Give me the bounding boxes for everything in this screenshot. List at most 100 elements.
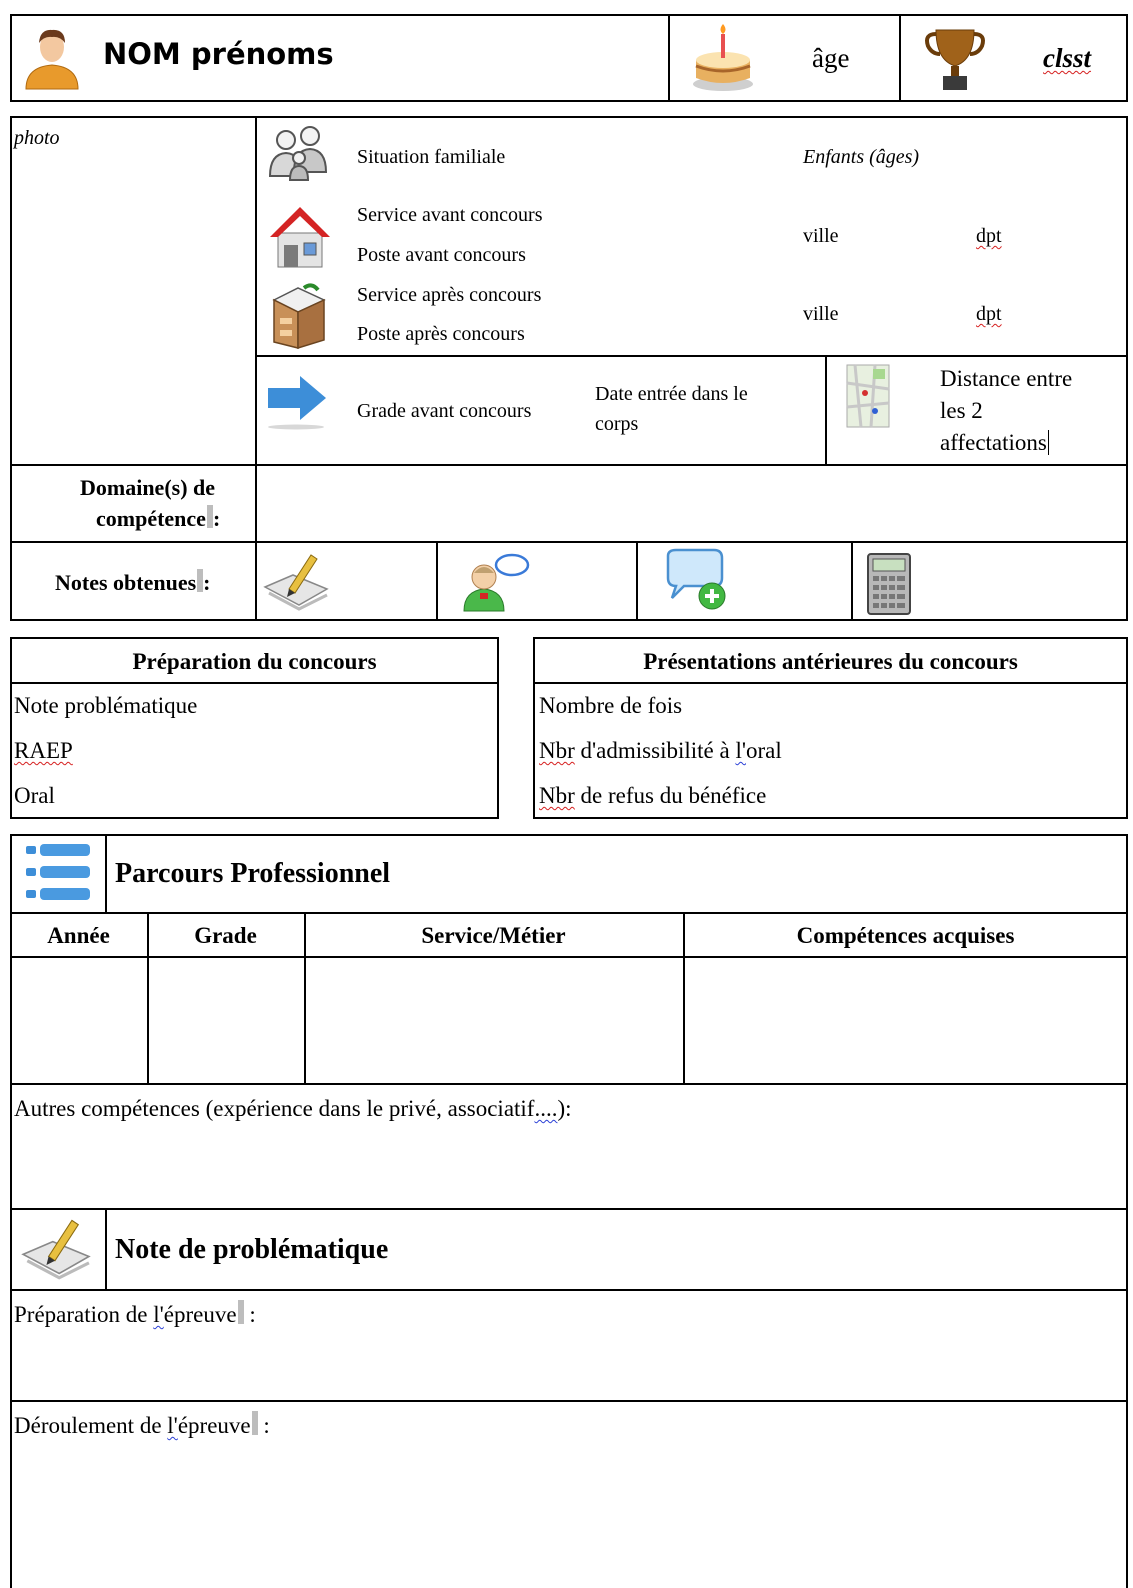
house-icon: [270, 207, 330, 268]
grammar-flag: l': [735, 738, 746, 763]
der-colon: :: [257, 1413, 270, 1439]
preparation-item-note: Note problématique: [14, 693, 198, 718]
pen-paper-icon: [263, 554, 329, 611]
parcours-cell-competences[interactable]: [685, 958, 1126, 1083]
deroulement-line: [10, 1400, 1128, 1402]
col-header-annee: Année: [47, 923, 110, 948]
domaines-label-text: compétence: [96, 506, 206, 532]
poste-apres-concours: Poste après concours: [357, 323, 525, 345]
parcours-title-line: [10, 912, 1128, 914]
problematique-icon-divider: [105, 1208, 107, 1290]
competence-hline: [10, 541, 1128, 543]
distance-line3: affectations: [940, 429, 1049, 457]
pen-paper-icon-2: [21, 1219, 91, 1280]
enfants-ages: Enfants (âges): [803, 146, 920, 168]
text-cursor: [1047, 430, 1049, 455]
distance-line2: les 2: [940, 398, 983, 423]
service-apres-concours: Service après concours: [357, 284, 542, 306]
notes-divider-2: [636, 541, 638, 621]
oral-text: oral: [745, 738, 782, 763]
deroulement-epreuve: Déroulement de l'épreuve :: [14, 1411, 270, 1440]
col-header-service: Service/Métier: [421, 923, 566, 948]
domaines-colon: :: [212, 506, 221, 532]
user-icon: [25, 29, 79, 90]
profile-hline: [255, 355, 1128, 357]
preparation-item-raep: RAEP: [14, 738, 73, 763]
situation-familiale: Situation familiale: [357, 146, 506, 168]
domaines-label-line1: Domaine(s) de: [80, 475, 216, 500]
service-avant-concours: Service avant concours: [357, 203, 542, 227]
refus-text: de refus du bénéfice: [574, 783, 767, 808]
preparation-item-oral: Oral: [14, 783, 55, 808]
prep-text: Préparation de: [14, 1302, 154, 1328]
dpt-avant: dpt: [976, 225, 1002, 247]
parcours-icon-divider: [105, 834, 107, 913]
arrow-right-icon: [268, 376, 326, 430]
profile-divider: [255, 116, 257, 466]
trophy-icon: [925, 29, 985, 90]
header-name: NOM prénoms: [103, 37, 334, 71]
preparation-epreuve: Préparation de l'épreuve :: [14, 1300, 256, 1329]
presentations-nombre: Nombre de fois: [539, 693, 683, 718]
domaines-label-line2: compétence:: [96, 505, 220, 532]
autres-competences: Autres compétences (expérience dans le p…: [14, 1095, 572, 1123]
domaines-input-area[interactable]: [257, 466, 1126, 540]
presentations-refus: Nbr de refus du bénéfice: [539, 782, 766, 810]
presentations-title-line: [533, 682, 1128, 684]
autres-line: [10, 1083, 1128, 1085]
ville-avant: ville: [803, 225, 839, 247]
der-grammar: l': [167, 1413, 178, 1439]
speech-bubble-add-icon: [666, 548, 726, 610]
distance-line1: Distance entre: [940, 366, 1073, 391]
nbr-abbrev: Nbr: [539, 738, 575, 763]
presentations-title: Présentations antérieures du concours: [643, 649, 1018, 674]
notes-label-text: Notes obtenues: [55, 570, 197, 596]
prep-epreuve: épreuve: [163, 1302, 237, 1328]
map-icon: [846, 364, 890, 428]
notes-colon: :: [203, 570, 211, 596]
grade-avant-concours: Grade avant concours: [357, 400, 532, 422]
notes-divider-3: [851, 541, 853, 621]
admissibilite-text: d'admissibilité à: [574, 738, 736, 763]
problematique-title-line: [10, 1289, 1128, 1291]
parcours-cell-annee[interactable]: [12, 958, 146, 1083]
preparation-title-line: [10, 682, 499, 684]
list-icon: [26, 844, 90, 900]
office-desk-icon: [272, 283, 326, 350]
der-epreuve: épreuve: [177, 1413, 251, 1439]
autres-ellipsis: ....: [534, 1096, 558, 1121]
problematique-title: Note de problématique: [115, 1234, 389, 1265]
parcours-cell-service[interactable]: [306, 958, 682, 1083]
header-divider-2: [899, 14, 901, 102]
date-entree-line2: corps: [595, 413, 639, 435]
prep-grammar: l': [153, 1302, 164, 1328]
distance-divider: [825, 355, 827, 466]
autres-close: ):: [557, 1096, 572, 1121]
dpt-apres: dpt: [976, 303, 1002, 325]
col-header-competences: Compétences acquises: [796, 923, 1015, 948]
parcours-title: Parcours Professionnel: [115, 858, 391, 889]
nbr-abbrev-2: Nbr: [539, 783, 575, 808]
prep-colon: :: [243, 1302, 256, 1328]
notes-divider-1: [436, 541, 438, 621]
der-text: Déroulement de: [14, 1413, 168, 1439]
header-classement: clsst: [1043, 43, 1092, 73]
photo-placeholder: photo: [14, 127, 60, 149]
calculator-icon: [867, 553, 911, 615]
presentations-admissibilite: Nbr d'admissibilité à l'oral: [539, 737, 782, 765]
header-divider-1: [668, 14, 670, 102]
col-header-grade: Grade: [194, 923, 257, 948]
header-age: âge: [812, 43, 850, 73]
ville-apres: ville: [803, 303, 839, 325]
distance-line3-text: affectations: [940, 430, 1047, 455]
parcours-cell-grade[interactable]: [149, 958, 303, 1083]
service-avant-text: Service avant concours: [357, 204, 543, 226]
preparation-title: Préparation du concours: [132, 649, 377, 674]
autres-text: Autres compétences (expérience dans le p…: [14, 1096, 535, 1121]
date-entree-line1: Date entrée dans le: [595, 383, 748, 405]
notes-label: Notes obtenues:: [55, 569, 211, 596]
family-icon: [268, 126, 328, 181]
birthday-cake-icon: [693, 24, 753, 91]
poste-avant-concours: Poste avant concours: [357, 244, 526, 266]
oral-speaker-icon: [463, 553, 530, 612]
